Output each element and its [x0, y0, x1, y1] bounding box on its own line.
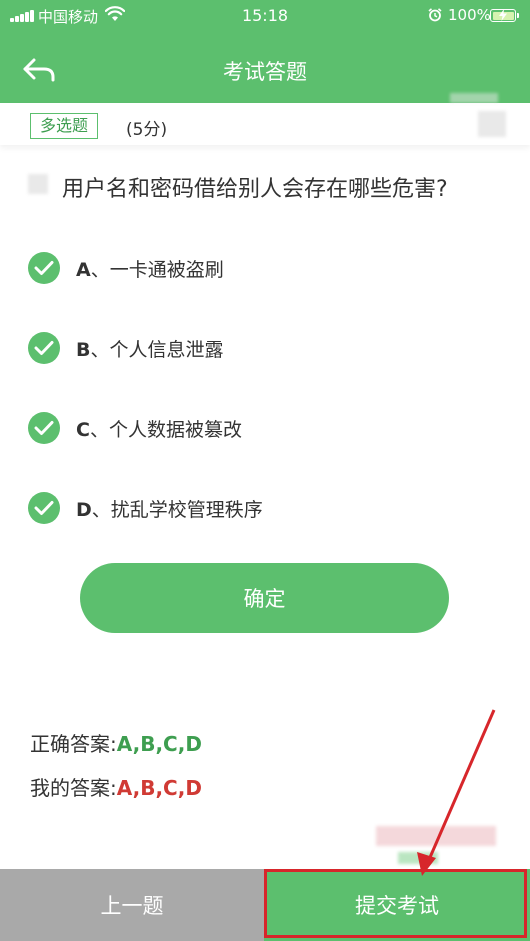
- blurred-text: [450, 93, 498, 103]
- my-answer-row: 我的答案:A,B,C,D: [30, 772, 202, 801]
- question-text: 用户名和密码借给别人会存在哪些危害?: [62, 177, 448, 202]
- blurred-question-number: [28, 174, 48, 194]
- blurred-watermark-green: [398, 852, 438, 864]
- my-answer-value: A,B,C,D: [116, 776, 202, 800]
- status-bar: 中国移动 15:18 100%: [0, 0, 530, 32]
- battery-percent: 100%: [448, 6, 491, 24]
- option-b[interactable]: B、个人信息泄露: [28, 332, 224, 364]
- option-label: D、扰乱学校管理秩序: [76, 498, 263, 521]
- option-d[interactable]: D、扰乱学校管理秩序: [28, 492, 263, 524]
- checkmark-icon: [28, 252, 60, 284]
- question-type-badge: 多选题: [30, 113, 99, 139]
- correct-answer-label: 正确答案:: [30, 732, 117, 756]
- checkmark-icon: [28, 332, 60, 364]
- option-label: A、一卡通被盗刷: [76, 258, 224, 281]
- correct-answer-row: 正确答案:A,B,C,D: [30, 728, 202, 757]
- option-label: B、个人信息泄露: [76, 338, 224, 361]
- option-a[interactable]: A、一卡通被盗刷: [28, 252, 224, 284]
- submit-exam-button[interactable]: 提交考试: [264, 869, 530, 941]
- question-header: 多选题 (5分): [0, 103, 530, 145]
- checkmark-icon: [28, 492, 60, 524]
- previous-question-button[interactable]: 上一题: [0, 869, 264, 941]
- correct-answer-value: A,B,C,D: [116, 732, 202, 756]
- option-c[interactable]: C、个人数据被篡改: [28, 412, 242, 444]
- confirm-button[interactable]: 确定: [80, 563, 449, 633]
- option-label: C、个人数据被篡改: [76, 418, 242, 441]
- battery-icon: [490, 9, 519, 22]
- app-header: 中国移动 15:18 100% 考试答题: [0, 0, 530, 103]
- question-score: (5分): [126, 120, 168, 140]
- blurred-watermark: [376, 826, 496, 846]
- my-answer-label: 我的答案:: [30, 776, 117, 800]
- page-title: 考试答题: [223, 60, 307, 84]
- alarm-icon: [428, 8, 442, 22]
- blurred-counter: [478, 111, 506, 137]
- checkmark-icon: [28, 412, 60, 444]
